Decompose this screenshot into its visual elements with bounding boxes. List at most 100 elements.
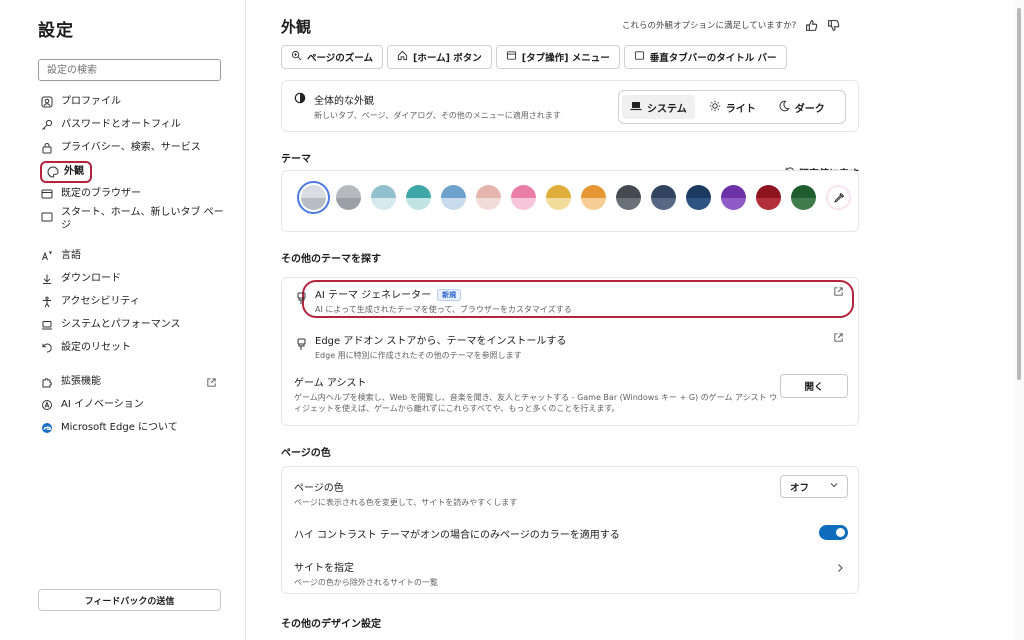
edge-addons-sub: Edge 用に特別に作成されたその他のテーマを参照します <box>315 351 522 360</box>
sidebar-item-label: パスワードとオートフィル <box>61 119 181 130</box>
mode-system-label: システム <box>647 103 687 115</box>
sidebar-item-ai-innovation[interactable]: AI イノベーション <box>40 398 230 412</box>
theme-swatch[interactable] <box>651 185 676 210</box>
mode-system-option[interactable]: システム <box>622 95 695 119</box>
sidebar-item-privacy[interactable]: プライバシー、検索、サービス <box>40 141 230 155</box>
sidebar-item-downloads[interactable]: ダウンロード <box>40 272 230 286</box>
settings-title: 設定 <box>38 21 74 41</box>
tab-actions-label: [タブ操作] メニュー <box>521 53 610 64</box>
vertical-tabs-titlebar-button[interactable]: 垂直タブバーのタイトル バー <box>623 45 787 69</box>
new-badge: 新規 <box>437 289 462 301</box>
edge-addons-label: Edge アドオン ストアから、テーマをインストールする <box>315 336 567 347</box>
specify-sites-sub: ページの色から除外されるサイトの一覧 <box>294 578 438 587</box>
high-contrast-toggle[interactable] <box>819 525 848 540</box>
accessibility-icon <box>40 295 54 309</box>
theme-swatch[interactable] <box>616 185 641 210</box>
thumbs-down-icon[interactable] <box>826 18 840 32</box>
overall-appearance-card: 全体的な外観 新しいタブ、ページ、ダイアログ、その他のメニューに適用されます シ… <box>281 80 859 132</box>
mode-light-option[interactable]: ライト <box>701 95 764 119</box>
theme-swatch[interactable] <box>297 181 330 214</box>
mode-dark-option[interactable]: ダーク <box>770 95 833 119</box>
specify-sites-row[interactable]: サイトを指定 ページの色から除外されるサイトの一覧 <box>294 559 846 588</box>
paintbrush-icon <box>296 292 307 308</box>
theme-swatch[interactable] <box>476 185 501 210</box>
external-link-icon <box>204 375 218 389</box>
main-scrollbar[interactable] <box>1014 0 1024 640</box>
game-assist-sub: ゲーム内ヘルプを検索し、Web を閲覧し、音楽を聞き、友人とチャットする - G… <box>294 393 778 413</box>
sidebar-item-extensions[interactable]: 拡張機能 <box>40 375 218 389</box>
theme-swatch[interactable] <box>336 185 361 210</box>
ai-theme-sub: AI によって生成されたテーマを使って、ブラウザーをカスタマイズする <box>315 305 572 314</box>
theme-swatch[interactable] <box>511 185 536 210</box>
sidebar-item-profile[interactable]: プロファイル <box>40 95 230 109</box>
page-color-sub: ページに表示される色を変更して、サイトを読みやすくします <box>294 498 518 507</box>
overall-appearance-sub: 新しいタブ、ページ、ダイアログ、その他のメニューに適用されます <box>314 111 561 120</box>
home-button-setting[interactable]: [ホーム] ボタン <box>387 45 492 69</box>
window-icon <box>634 50 645 64</box>
lock-icon <box>40 141 54 155</box>
theme-title: テーマ <box>281 154 311 165</box>
external-link-icon[interactable] <box>833 286 844 300</box>
theme-swatch[interactable] <box>721 185 746 210</box>
sidebar-item-reset[interactable]: 設定のリセット <box>40 341 230 355</box>
page-zoom-label: ページのズーム <box>307 53 374 64</box>
sidebar-item-start-home[interactable]: スタート、ホーム、新しいタブ ページ <box>40 206 225 232</box>
mode-dark-label: ダーク <box>794 103 825 115</box>
game-assist-row: ゲーム アシスト ゲーム内ヘルプを検索し、Web を閲覧し、音楽を聞き、友人とチ… <box>294 374 848 414</box>
sidebar-item-label: Microsoft Edge について <box>61 422 178 433</box>
sidebar-item-passwords[interactable]: パスワードとオートフィル <box>40 118 230 132</box>
satisfaction-text: これらの外観オプションに満足していますか? <box>622 21 797 31</box>
edge-logo-icon <box>40 421 54 435</box>
theme-swatch[interactable] <box>791 185 816 210</box>
send-feedback-button[interactable]: フィードバックの送信 <box>38 589 221 611</box>
theme-swatch[interactable] <box>686 185 711 210</box>
sidebar: 設定 プロファイル パスワードとオートフィル プライバシー、検索、サービス 外観… <box>0 0 246 640</box>
sidebar-item-label: プロファイル <box>61 96 121 107</box>
mode-light-label: ライト <box>725 103 756 115</box>
sidebar-item-accessibility[interactable]: アクセシビリティ <box>40 295 230 309</box>
custom-color-picker-icon[interactable] <box>826 185 851 210</box>
theme-swatch[interactable] <box>581 185 606 210</box>
profile-icon <box>40 95 54 109</box>
page-zoom-button[interactable]: ページのズーム <box>281 45 384 69</box>
thumbs-up-icon[interactable] <box>804 18 818 32</box>
high-contrast-label: ハイ コントラスト テーマがオンの場合にのみページのカラーを適用する <box>294 530 620 541</box>
moon-icon <box>778 100 790 115</box>
home-icon <box>397 50 408 64</box>
specify-sites-label: サイトを指定 <box>294 563 354 574</box>
theme-swatch[interactable] <box>371 185 396 210</box>
external-link-icon[interactable] <box>833 332 844 346</box>
page-color-select[interactable]: オフ <box>780 475 848 498</box>
home-button-label: [ホーム] ボタン <box>413 53 482 64</box>
sidebar-item-system[interactable]: システムとパフォーマンス <box>40 318 230 332</box>
puzzle-icon <box>40 375 54 389</box>
laptop-icon <box>630 101 642 114</box>
ai-icon <box>40 398 54 412</box>
sidebar-item-label: 外観 <box>64 166 84 177</box>
theme-swatch[interactable] <box>441 185 466 210</box>
tab-actions-menu-button[interactable]: [タブ操作] メニュー <box>495 45 620 69</box>
sidebar-item-about-edge[interactable]: Microsoft Edge について <box>40 421 230 435</box>
home-tab-icon <box>40 210 54 224</box>
zoom-icon <box>291 50 302 64</box>
paintbrush-icon <box>296 338 307 354</box>
sidebar-item-default-browser[interactable]: 既定のブラウザー <box>40 187 230 201</box>
theme-swatch[interactable] <box>406 185 431 210</box>
other-design-title: その他のデザイン設定 <box>281 619 381 630</box>
sidebar-item-label: スタート、ホーム、新しいタブ ページ <box>61 207 224 231</box>
theme-swatch[interactable] <box>546 185 571 210</box>
game-assist-open-button[interactable]: 開く <box>780 374 848 398</box>
scrollbar-thumb[interactable] <box>1017 8 1021 380</box>
browser-icon <box>40 187 54 201</box>
ai-theme-label: AI テーマ ジェネレーター <box>315 290 432 301</box>
settings-search-input[interactable] <box>38 59 221 81</box>
contrast-icon <box>294 92 306 121</box>
overall-appearance-label: 全体的な外観 <box>314 96 374 107</box>
sidebar-item-language[interactable]: 言語 <box>40 249 230 263</box>
page-color-label: ページの色 <box>294 483 344 494</box>
theme-swatch-list <box>297 181 851 214</box>
sidebar-item-appearance[interactable]: 外観 <box>40 161 92 183</box>
satisfaction-prompt: これらの外観オプションに満足していますか? <box>622 18 840 32</box>
theme-swatch[interactable] <box>756 185 781 210</box>
main-content: 外観 これらの外観オプションに満足していますか? ページのズーム [ホーム] ボ… <box>246 0 1014 640</box>
